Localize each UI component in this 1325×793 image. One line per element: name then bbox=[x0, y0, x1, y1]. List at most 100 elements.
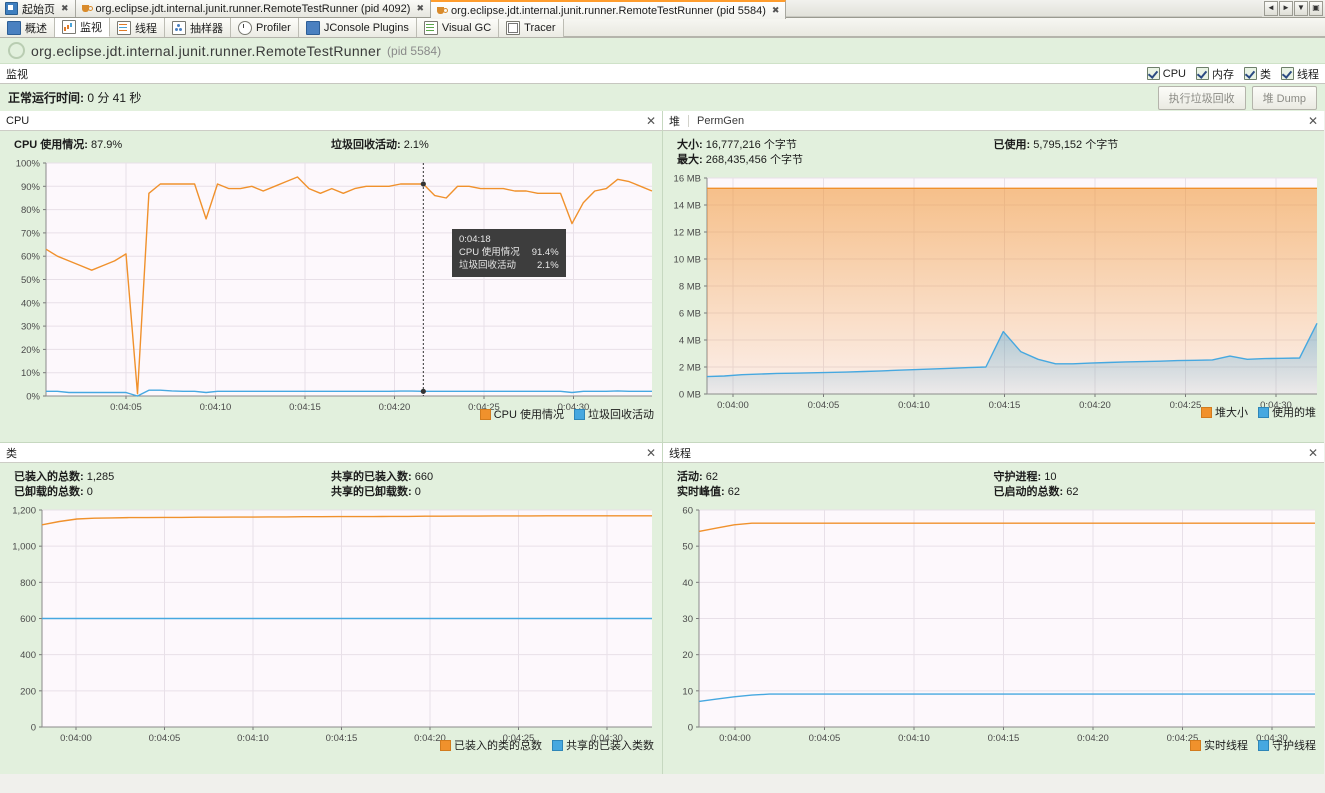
svg-text:90%: 90% bbox=[21, 182, 41, 193]
chart-heap-svg: 0 MB 2 MB 4 MB 6 MB 8 MB 10 MB 12 MB 14 MB 16 MB… bbox=[674, 174, 1318, 411]
panel-heap-subtitle[interactable]: PermGen bbox=[688, 114, 744, 127]
tab-list-button[interactable]: ▼ bbox=[1294, 1, 1308, 16]
tab-profiler[interactable]: Profiler bbox=[231, 18, 299, 37]
svg-text:0%: 0% bbox=[26, 392, 40, 403]
stat-classes-unloaded-total: 已卸载的总数: 0 bbox=[0, 485, 331, 500]
stat-value: 0 bbox=[414, 486, 421, 498]
stat-row: 最大: 268,435,456 个字节 bbox=[663, 153, 1324, 168]
monitor-icon bbox=[62, 20, 76, 34]
legend-swatch-blue bbox=[552, 739, 563, 751]
panel-threads-title: 线程 bbox=[669, 447, 691, 460]
tab-sampler[interactable]: 抽样器 bbox=[165, 18, 231, 37]
legend-swatch-orange bbox=[440, 739, 451, 751]
checkbox-label: CPU bbox=[1162, 67, 1186, 80]
legend-swatch-blue bbox=[1258, 739, 1269, 751]
legend-label: 使用的堆 bbox=[1272, 407, 1316, 419]
tab-monitor[interactable]: 监视 bbox=[55, 18, 110, 37]
close-icon[interactable]: ✕ bbox=[1308, 447, 1318, 459]
window-tab-label: org.eclipse.jdt.internal.junit.runner.Re… bbox=[95, 2, 411, 15]
panel-cpu-stats: CPU 使用情况: 87.9% 垃圾回收活动: 2.1% bbox=[0, 131, 662, 157]
tab-overview[interactable]: 概述 bbox=[0, 18, 55, 37]
tab-maximize-button[interactable]: ▣ bbox=[1309, 1, 1323, 16]
stat-row: 活动: 62 守护进程: 10 bbox=[663, 470, 1324, 485]
checkbox-classes[interactable]: 类 bbox=[1244, 66, 1271, 82]
close-icon[interactable]: ✕ bbox=[646, 447, 656, 459]
svg-text:400: 400 bbox=[20, 650, 36, 661]
view-title: 监视 bbox=[6, 68, 28, 81]
chart-heap[interactable]: 0 MB 2 MB 4 MB 6 MB 8 MB 10 MB 12 MB 14 MB 16 MB… bbox=[663, 172, 1324, 423]
checkbox-label: 线程 bbox=[1297, 68, 1319, 81]
tab-threads[interactable]: 线程 bbox=[110, 18, 165, 37]
stat-row: 大小: 16,777,216 个字节 已使用: 5,795,152 个字节 bbox=[663, 138, 1324, 153]
svg-text:1,200: 1,200 bbox=[12, 506, 36, 517]
window-tab-pid-4092[interactable]: org.eclipse.jdt.internal.junit.runner.Re… bbox=[75, 0, 431, 17]
panel-heap-stats: 大小: 16,777,216 个字节 已使用: 5,795,152 个字节 最大… bbox=[663, 131, 1324, 172]
checkbox-label: 内存 bbox=[1212, 68, 1234, 81]
tooltip-time: 0:04:18 bbox=[459, 234, 491, 245]
legend-label: 共享的已装入类数 bbox=[566, 740, 654, 752]
checkbox-box bbox=[1196, 67, 1209, 80]
heap-dump-button[interactable]: 堆 Dump bbox=[1251, 85, 1317, 110]
tab-label: Tracer bbox=[524, 21, 556, 34]
stat-value: 62 bbox=[727, 486, 740, 498]
perform-gc-button[interactable]: 执行垃圾回收 bbox=[1157, 85, 1246, 110]
tab-scroll-right-button[interactable]: ► bbox=[1279, 1, 1293, 16]
stat-value: 62 bbox=[1066, 486, 1079, 498]
tab-scroll-left-button[interactable]: ◄ bbox=[1264, 1, 1278, 16]
svg-text:4 MB: 4 MB bbox=[679, 336, 701, 347]
tab-label: Visual GC bbox=[441, 21, 492, 34]
application-header: org.eclipse.jdt.internal.junit.runner.Re… bbox=[0, 38, 1325, 64]
application-name: org.eclipse.jdt.internal.junit.runner.Re… bbox=[31, 42, 382, 59]
stat-label: 垃圾回收活动: bbox=[331, 139, 401, 151]
checkbox-memory[interactable]: 内存 bbox=[1196, 66, 1234, 82]
close-icon[interactable]: ✕ bbox=[1308, 115, 1318, 127]
svg-text:60: 60 bbox=[682, 506, 693, 517]
chart-threads-svg: 0 10 20 30 40 50 60 0:04:00 0:04:05 0:04:10 0:04:1… bbox=[682, 506, 1315, 744]
svg-text:600: 600 bbox=[20, 614, 36, 625]
svg-text:20%: 20% bbox=[21, 345, 41, 356]
window-tab-start-page[interactable]: 起始页 ✖ bbox=[0, 0, 76, 17]
chart-classes[interactable]: 0 200 400 600 800 1,000 1,200 0:04:00 0:04:05 0:0… bbox=[0, 504, 662, 756]
panel-threads-title-bar: 线程 ✕ bbox=[663, 443, 1324, 463]
chart-heap-legend: 堆大小 使用的堆 bbox=[1201, 404, 1316, 420]
tab-label: JConsole Plugins bbox=[323, 21, 409, 34]
stat-label: 已使用: bbox=[993, 139, 1031, 151]
tooltip-row-label: 垃圾回收活动 bbox=[459, 260, 517, 271]
stat-heap-size: 大小: 16,777,216 个字节 bbox=[663, 138, 994, 153]
close-icon[interactable]: ✖ bbox=[59, 3, 69, 14]
panel-classes-title-bar: 类 ✕ bbox=[0, 443, 662, 463]
checkbox-cpu[interactable]: CPU bbox=[1146, 67, 1186, 80]
java-cup-icon bbox=[436, 5, 448, 16]
svg-text:60%: 60% bbox=[21, 252, 41, 263]
stat-row: 实时峰值: 62 已启动的总数: 62 bbox=[663, 485, 1324, 500]
svg-text:0:04:20: 0:04:20 bbox=[1077, 733, 1109, 744]
stat-label: 已启动的总数: bbox=[993, 486, 1064, 498]
uptime-row: 正常运行时间: 0 分 41 秒 执行垃圾回收 堆 Dump bbox=[0, 84, 1325, 111]
close-icon[interactable]: ✖ bbox=[770, 5, 780, 16]
chart-threads[interactable]: 0 10 20 30 40 50 60 0:04:00 0:04:05 0:04:10 0:04:1… bbox=[663, 504, 1324, 756]
tab-visual-gc[interactable]: Visual GC bbox=[416, 18, 500, 37]
window-tab-pid-5584[interactable]: org.eclipse.jdt.internal.junit.runner.Re… bbox=[431, 0, 787, 19]
svg-text:40%: 40% bbox=[21, 298, 41, 309]
close-icon[interactable]: ✖ bbox=[414, 3, 424, 14]
chart-classes-legend: 已装入的类的总数 共享的已装入类数 bbox=[440, 737, 654, 753]
chart-toggle-group: CPU 内存 类 线程 bbox=[1146, 66, 1319, 82]
chart-cpu[interactable]: 0% 10% 20% 30% 40% 50% 60% 70% 80% 90% 100% 0:04:05… bbox=[0, 157, 662, 425]
stat-heap-max: 最大: 268,435,456 个字节 bbox=[663, 153, 994, 168]
tab-tracer[interactable]: Tracer bbox=[499, 18, 564, 37]
svg-text:8 MB: 8 MB bbox=[679, 282, 701, 293]
svg-text:6 MB: 6 MB bbox=[679, 309, 701, 320]
tab-label: Profiler bbox=[256, 21, 291, 34]
legend-item: 使用的堆 bbox=[1258, 404, 1316, 420]
stat-label: CPU 使用情况: bbox=[14, 139, 88, 151]
svg-text:200: 200 bbox=[20, 686, 36, 697]
close-icon[interactable]: ✕ bbox=[646, 115, 656, 127]
panel-heap-title-label: 堆 bbox=[669, 115, 680, 128]
tooltip-row-value: 91.4% bbox=[531, 247, 559, 258]
svg-text:0:04:00: 0:04:00 bbox=[719, 733, 751, 744]
tab-label: 线程 bbox=[135, 22, 157, 35]
tab-jconsole-plugins[interactable]: JConsole Plugins bbox=[298, 18, 417, 37]
panel-cpu-title: CPU bbox=[6, 114, 30, 127]
svg-text:40: 40 bbox=[682, 578, 693, 589]
checkbox-threads[interactable]: 线程 bbox=[1281, 66, 1319, 82]
